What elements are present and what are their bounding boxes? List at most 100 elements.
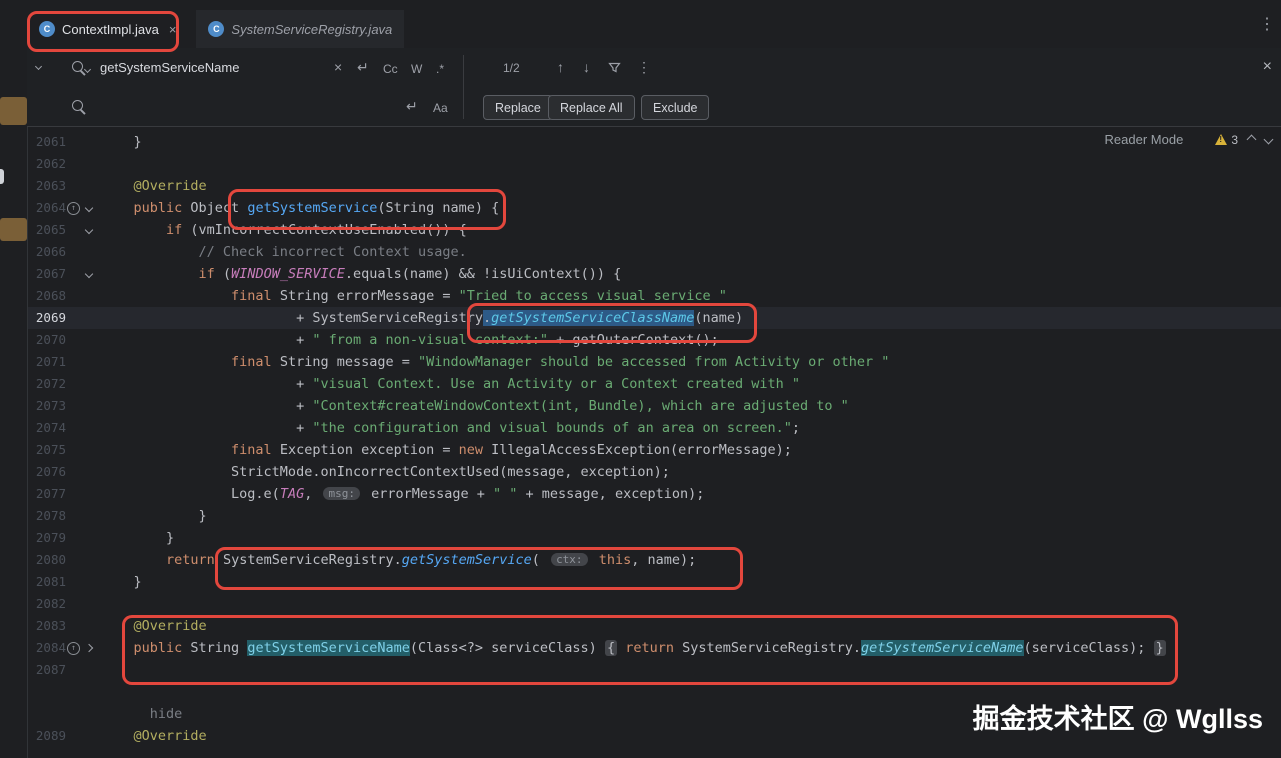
line-number[interactable]: 2076 (27, 461, 66, 483)
code-line[interactable]: 2078 } (27, 505, 1281, 527)
code-line[interactable]: 2083 @Override (27, 615, 1281, 637)
more-options-kebab-icon[interactable]: ⋮ (637, 59, 651, 75)
overrides-method-icon[interactable]: ↑ (67, 201, 80, 215)
line-number[interactable]: 2061 (27, 131, 66, 153)
code-area: 2061 } 2062 2063 @Override 2064 ↑ public Obj… (27, 126, 1281, 747)
line-number[interactable]: 2062 (27, 153, 66, 175)
line-number[interactable]: 2079 (27, 527, 66, 549)
clear-search-icon[interactable]: × (334, 59, 342, 75)
search-input[interactable]: getSystemServiceName (100, 59, 239, 77)
line-number[interactable]: 2063 (27, 175, 66, 197)
line-number[interactable]: 2078 (27, 505, 66, 527)
code-line[interactable]: 2076 StrictMode.onIncorrectContextUsed(m… (27, 461, 1281, 483)
code-line[interactable]: 2071 final String message = "WindowManag… (27, 351, 1281, 373)
line-number[interactable]: 2073 (27, 395, 66, 417)
code-line[interactable]: 2075 final Exception exception = new Ill… (27, 439, 1281, 461)
preserve-case-icon[interactable]: Aa (433, 100, 448, 116)
fold-down-icon[interactable] (84, 269, 93, 279)
code-line[interactable]: 2066 // Check incorrect Context usage. (27, 241, 1281, 263)
line-number[interactable]: 2083 (27, 615, 66, 637)
stripe-tick (0, 169, 4, 184)
replace-field-icon[interactable] (72, 100, 83, 111)
code-line[interactable]: 2087 (27, 659, 1281, 681)
code-line[interactable]: 2063 @Override (27, 175, 1281, 197)
java-class-icon: C (208, 21, 225, 37)
code-line[interactable]: 2084 ↑ public String getSystemServiceName… (27, 637, 1281, 659)
exclude-button[interactable]: Exclude (641, 95, 710, 120)
fold-down-icon[interactable] (84, 203, 93, 213)
line-number[interactable]: 2071 (27, 351, 66, 373)
replace-newline-icon[interactable]: ↵ (406, 98, 418, 114)
code-line[interactable]: 2070 + " from a non-visual context:" + g… (27, 329, 1281, 351)
code-line[interactable]: 2065 if (vmIncorrectContextUseEnabled())… (27, 219, 1281, 241)
whole-words-icon[interactable]: W (411, 61, 422, 77)
line-number[interactable]: 2084 (27, 637, 66, 659)
previous-problem-icon[interactable] (1246, 134, 1257, 145)
java-class-icon-letter: C (213, 24, 220, 34)
reader-mode-toggle[interactable]: Reader Mode (1105, 132, 1184, 147)
line-number[interactable]: 2072 (27, 373, 66, 395)
line-number[interactable]: 2081 (27, 571, 66, 593)
close-tab-icon[interactable]: × (169, 22, 177, 37)
line-number[interactable]: 2065 (27, 219, 66, 241)
newline-icon[interactable]: ↵ (357, 59, 369, 75)
editor[interactable]: Reader Mode ! 3 2061 } 2062 2063 @Override… (27, 126, 1281, 758)
line-number[interactable]: 2082 (27, 593, 66, 615)
code-line[interactable]: 2081 } (27, 571, 1281, 593)
warning-icon: ! (1215, 134, 1228, 145)
code-line[interactable]: 2068 final String errorMessage = "Tried … (27, 285, 1281, 307)
fold-right-icon[interactable] (84, 643, 93, 653)
inspections-widget[interactable]: ! 3 (1215, 133, 1238, 147)
find-replace-panel: getSystemServiceName × ↵ Cc W .* 1/2 ↑ ↓… (27, 48, 1281, 127)
tab-contextimpl-java[interactable]: C ContextImpl.java × (27, 10, 188, 48)
code-line[interactable]: 2067 if (WINDOW_SERVICE.equals(name) && … (27, 263, 1281, 285)
code-line[interactable]: 2079 } (27, 527, 1281, 549)
search-icon[interactable] (72, 61, 83, 72)
code-line[interactable]: 2077 Log.e(TAG, msg: errorMessage + " " … (27, 483, 1281, 505)
line-number[interactable]: 2087 (27, 659, 66, 681)
match-case-icon[interactable]: Cc (383, 61, 398, 77)
line-number[interactable]: 2080 (27, 549, 66, 571)
line-number[interactable] (27, 681, 66, 703)
line-number[interactable]: 2077 (27, 483, 66, 505)
code-line[interactable]: 2062 (27, 153, 1281, 175)
replace-all-button[interactable]: Replace All (548, 95, 635, 120)
code-line[interactable]: 2061 } (27, 131, 1281, 153)
line-number[interactable]: 2074 (27, 417, 66, 439)
line-number[interactable]: 2089 (27, 725, 66, 747)
line-number[interactable] (27, 703, 66, 725)
regex-icon[interactable]: .* (436, 61, 444, 77)
replace-button[interactable]: Replace (483, 95, 553, 120)
stripe-marker (0, 218, 27, 241)
code-line[interactable]: 2080 return SystemServiceRegistry.getSys… (27, 549, 1281, 571)
next-problem-icon[interactable] (1263, 134, 1274, 145)
line-number[interactable]: 2068 (27, 285, 66, 307)
previous-match-icon[interactable]: ↑ (557, 59, 564, 75)
code-line[interactable]: 2073 + "Context#createWindowContext(int,… (27, 395, 1281, 417)
java-class-icon-letter: C (43, 24, 51, 34)
code-line[interactable]: 2074 + "the configuration and visual bou… (27, 417, 1281, 439)
code-line[interactable]: 2064 ↑ public Object getSystemService(Str… (27, 197, 1281, 219)
line-number[interactable]: 2075 (27, 439, 66, 461)
search-history-chevron-icon[interactable] (83, 65, 92, 74)
tab-systemserviceregistry-java[interactable]: C SystemServiceRegistry.java (196, 10, 405, 48)
line-number[interactable]: 2070 (27, 329, 66, 351)
tab-options-kebab-icon[interactable]: ⋮ (1259, 14, 1275, 34)
line-number[interactable]: 2066 (27, 241, 66, 263)
code-line[interactable]: 2072 + "visual Context. Use an Activity … (27, 373, 1281, 395)
tab-label: SystemServiceRegistry.java (231, 21, 393, 37)
fold-down-icon[interactable] (84, 225, 93, 235)
java-class-icon: C (39, 21, 55, 37)
editor-header-widgets: Reader Mode ! 3 (1105, 132, 1274, 147)
line-number[interactable]: 2067 (27, 263, 66, 285)
line-number[interactable]: 2064 (27, 197, 66, 219)
close-find-panel-icon[interactable]: × (1263, 58, 1272, 76)
overrides-method-icon[interactable]: ↑ (67, 641, 80, 655)
next-match-icon[interactable]: ↓ (583, 59, 590, 75)
code-line[interactable]: 2069 + SystemServiceRegistry.getSystemSe… (27, 307, 1281, 329)
filter-icon[interactable] (608, 61, 621, 79)
chevron-down-icon[interactable] (34, 62, 43, 71)
code-line[interactable]: 2082 (27, 593, 1281, 615)
tab-label: ContextImpl.java (62, 21, 159, 37)
line-number[interactable]: 2069 (27, 307, 66, 329)
